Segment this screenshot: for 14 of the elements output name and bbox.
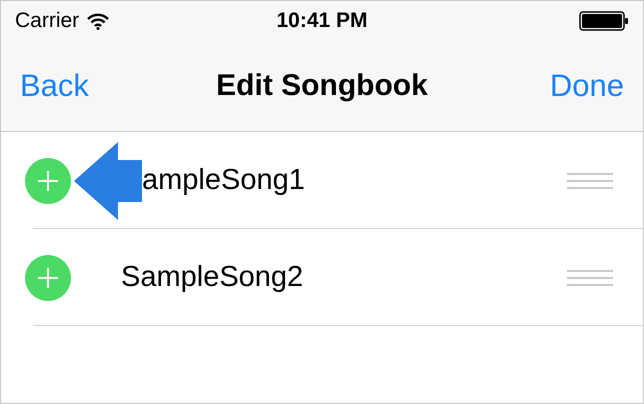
add-icon[interactable] <box>25 158 71 204</box>
song-title: ampleSong1 <box>142 164 305 197</box>
song-title: SampleSong2 <box>121 261 304 294</box>
done-button[interactable]: Done <box>550 68 624 104</box>
screen-title: Edit Songbook <box>216 69 428 102</box>
back-button[interactable]: Back <box>20 68 89 104</box>
reorder-icon[interactable] <box>567 270 613 286</box>
carrier-name: Carrier <box>15 9 80 33</box>
reorder-icon[interactable] <box>567 173 613 189</box>
add-icon[interactable] <box>25 254 71 300</box>
clock: 10:41 PM <box>276 9 368 32</box>
arrow-icon <box>74 142 142 220</box>
wifi-icon <box>87 12 110 30</box>
battery-icon <box>579 11 629 31</box>
